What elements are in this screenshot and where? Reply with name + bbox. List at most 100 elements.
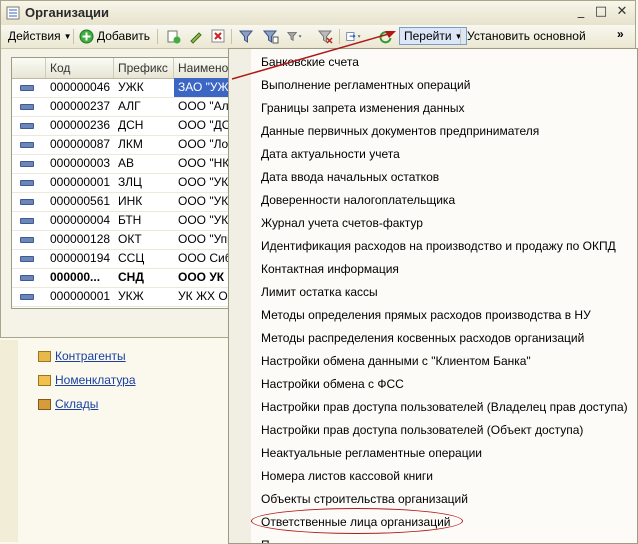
item-icon: [20, 199, 34, 205]
table-row[interactable]: 000000003 АВ ООО "НКА: [12, 154, 232, 174]
item-icon: [20, 256, 34, 262]
filter-by-value-button[interactable]: [263, 28, 279, 44]
clear-filter-button[interactable]: [317, 28, 333, 44]
minimize-button[interactable]: _: [574, 5, 588, 19]
cell-name: ООО "Упр: [178, 232, 233, 246]
cell-code: 000000003: [50, 156, 111, 170]
add-button[interactable]: Добавить: [79, 27, 150, 45]
item-icon: [20, 161, 34, 167]
set-main-label: Установить основной: [467, 29, 586, 43]
item-icon: [20, 237, 34, 243]
cell-prefix: УЖК: [118, 80, 144, 94]
menu-item[interactable]: Дата актуальности учета: [261, 145, 400, 163]
toolbar: Действия ▼ Добавить Перейти ▼ Установить…: [1, 25, 635, 49]
cell-prefix: ИНК: [118, 194, 143, 208]
menu-item[interactable]: Настройки обмена с ФСС: [261, 375, 404, 393]
item-icon: [20, 85, 34, 91]
maximize-button[interactable]: □: [594, 5, 608, 19]
filter-button[interactable]: [239, 28, 255, 44]
menu-item[interactable]: Выполнение регламентных операций: [261, 76, 470, 94]
menu-item[interactable]: П: [261, 536, 270, 543]
cell-name: ЗАО "УЖ: [174, 78, 232, 97]
toolbar-overflow-button[interactable]: »: [617, 25, 624, 43]
filter-history-button[interactable]: [287, 28, 303, 44]
menu-item[interactable]: Журнал учета счетов-фактур: [261, 214, 423, 232]
cell-name: ООО Сиб: [178, 251, 232, 265]
chevron-down-icon: ▼: [63, 31, 72, 41]
cell-prefix: УКЖ: [118, 289, 144, 303]
header-name[interactable]: Наименов: [174, 58, 232, 78]
menu-item[interactable]: Методы распределения косвенных расходов …: [261, 329, 584, 347]
menu-item[interactable]: Доверенности налогоплательщика: [261, 191, 455, 209]
item-icon: [20, 123, 34, 129]
item-icon: [20, 180, 34, 186]
cell-prefix: СНД: [118, 270, 144, 284]
cell-name: ООО "Алг: [178, 99, 233, 113]
menu-item[interactable]: Неактуальные регламентные операции: [261, 444, 482, 462]
window-title: Организации: [25, 5, 110, 20]
edit-button[interactable]: [187, 28, 203, 44]
cell-prefix: АВ: [118, 156, 135, 170]
goto-label: Перейти: [404, 29, 452, 43]
set-main-button[interactable]: Установить основной: [467, 27, 586, 45]
navigation-strip: [0, 340, 18, 542]
menu-item[interactable]: Настройки обмена данными с "Клиентом Бан…: [261, 352, 531, 370]
table-row[interactable]: 000000001 УКЖ УК ЖХ Ок: [12, 287, 232, 307]
nav-link-warehouses[interactable]: Склады: [38, 395, 98, 413]
item-icon: [20, 294, 34, 300]
delete-button[interactable]: [210, 28, 226, 44]
menu-item[interactable]: Банковские счета: [261, 53, 359, 71]
cell-name: ООО УК: [178, 270, 225, 284]
menu-item[interactable]: Дата ввода начальных остатков: [261, 168, 439, 186]
menu-item[interactable]: Методы определения прямых расходов произ…: [261, 306, 591, 324]
header-prefix[interactable]: Префикс: [114, 58, 174, 78]
actions-label: Действия: [8, 29, 61, 43]
annotation-ellipse: [251, 508, 463, 534]
cell-code: 000000046: [50, 80, 111, 94]
header-code[interactable]: Код: [46, 58, 114, 78]
item-icon: [20, 218, 34, 224]
cell-code: 000000236: [50, 118, 111, 132]
nav-link-nomenclature[interactable]: Номенклатура: [38, 371, 136, 389]
cell-code: 000000561: [50, 194, 111, 208]
close-button[interactable]: ✕: [615, 5, 629, 19]
table-row[interactable]: 000000... СНД ООО УК: [12, 268, 232, 288]
organizations-table[interactable]: Код Префикс Наименов 000000046 УЖК ЗАО "УЖ…: [11, 57, 233, 309]
table-row[interactable]: 000000236 ДСН ООО "ДО: [12, 116, 232, 136]
go-to-document-icon: [346, 31, 361, 41]
menu-item[interactable]: Контактная информация: [261, 260, 399, 278]
table-row[interactable]: 000000001 ЗЛЦ ООО "УК: [12, 173, 232, 193]
menu-item[interactable]: Номера листов кассовой книги: [261, 467, 433, 485]
cell-prefix: ССЦ: [118, 251, 145, 265]
filter-history-icon: [287, 31, 302, 41]
actions-menu-button[interactable]: Действия ▼: [8, 27, 72, 45]
table-row[interactable]: 000000194 ССЦ ООО Сиб: [12, 249, 232, 269]
goto-menu-button[interactable]: Перейти ▼: [399, 27, 468, 45]
cell-code: 000000001: [50, 175, 111, 189]
menu-item[interactable]: Лимит остатка кассы: [261, 283, 378, 301]
copy-button[interactable]: [165, 28, 181, 44]
menu-item[interactable]: Идентификация расходов на производство и…: [261, 237, 616, 255]
menu-item[interactable]: Настройки прав доступа пользователей (Вл…: [261, 398, 628, 416]
nav-link-counterparties[interactable]: Контрагенты: [38, 347, 126, 365]
nav-link-label: Номенклатура: [55, 373, 136, 387]
table-row[interactable]: 000000237 АЛГ ООО "Алг: [12, 97, 232, 117]
table-row[interactable]: 000000087 ЛКМ ООО "Лок: [12, 135, 232, 155]
item-icon: [20, 142, 34, 148]
cell-code: 000000004: [50, 213, 111, 227]
menu-item[interactable]: Объекты строительства организаций: [261, 490, 468, 508]
table-row[interactable]: 000000004 БТН ООО "УК: [12, 211, 232, 231]
add-icon: [79, 29, 94, 43]
menu-item[interactable]: Данные первичных документов предпринимат…: [261, 122, 539, 140]
menu-item[interactable]: Настройки прав доступа пользователей (Об…: [261, 421, 583, 439]
cell-name: ООО "Лок: [178, 137, 233, 151]
refresh-button[interactable]: [377, 28, 393, 44]
filter-icon: [239, 30, 254, 43]
table-row[interactable]: 000000128 ОКТ ООО "Упр: [12, 230, 232, 250]
list-icon: [6, 6, 20, 20]
chevron-down-icon: ▼: [454, 31, 463, 41]
print-button[interactable]: [346, 28, 362, 44]
menu-item[interactable]: Границы запрета изменения данных: [261, 99, 464, 117]
table-row[interactable]: 000000561 ИНК ООО "УК: [12, 192, 232, 212]
table-row[interactable]: 000000046 УЖК ЗАО "УЖ: [12, 78, 232, 98]
